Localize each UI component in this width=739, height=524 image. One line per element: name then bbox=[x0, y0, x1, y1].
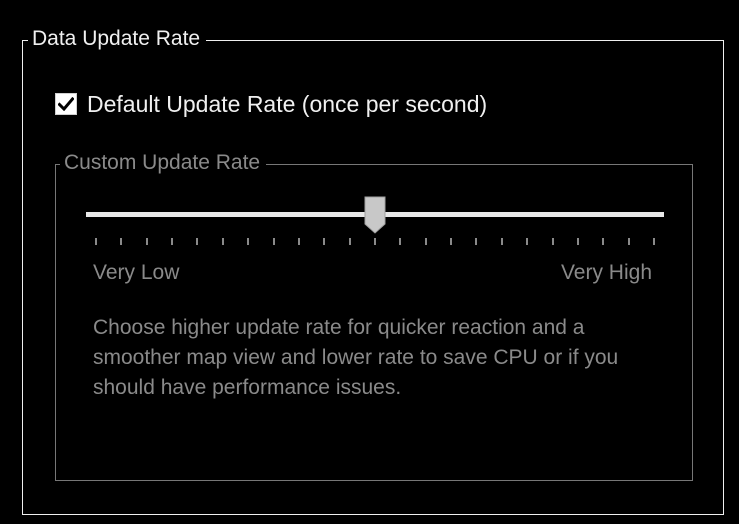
custom-update-rate-group-title: Custom Update Rate bbox=[60, 148, 267, 178]
slider-ticks bbox=[95, 238, 655, 246]
slider-min-label: Very Low bbox=[93, 261, 180, 284]
slider-tick bbox=[273, 238, 275, 245]
custom-update-rate-description: Choose higher update rate for quicker re… bbox=[93, 316, 619, 399]
slider-tick bbox=[475, 238, 477, 245]
slider-tick bbox=[120, 238, 122, 245]
settings-panel: Data Update Rate Default Update Rate (on… bbox=[0, 0, 739, 524]
slider-tick bbox=[526, 238, 528, 245]
default-update-rate-label[interactable]: Default Update Rate (once per second) bbox=[87, 89, 487, 119]
slider-tick bbox=[577, 238, 579, 245]
slider-tick bbox=[450, 238, 452, 245]
slider-tick bbox=[247, 238, 249, 245]
slider-tick bbox=[171, 238, 173, 245]
slider-tick bbox=[374, 238, 376, 245]
slider-tick bbox=[425, 238, 427, 245]
custom-update-rate-slider[interactable] bbox=[86, 196, 664, 236]
slider-tick bbox=[146, 238, 148, 245]
default-update-rate-checkbox[interactable]: Default Update Rate (once per second) bbox=[55, 88, 487, 120]
slider-tick bbox=[298, 238, 300, 245]
slider-tick bbox=[552, 238, 554, 245]
slider-tick bbox=[602, 238, 604, 245]
slider-tick bbox=[222, 238, 224, 245]
slider-tick bbox=[349, 238, 351, 245]
slider-max-label: Very High bbox=[560, 261, 652, 284]
slider-tick bbox=[196, 238, 198, 245]
data-update-rate-group-title: Data Update Rate bbox=[28, 24, 207, 54]
slider-tick bbox=[628, 238, 630, 245]
checkmark-icon bbox=[58, 97, 74, 111]
slider-thumb-icon bbox=[364, 196, 386, 234]
slider-tick bbox=[323, 238, 325, 245]
checkbox-box[interactable] bbox=[55, 93, 77, 115]
slider-tick bbox=[95, 238, 97, 245]
slider-thumb[interactable] bbox=[364, 196, 386, 234]
slider-tick bbox=[399, 238, 401, 245]
slider-tick bbox=[653, 238, 655, 245]
slider-tick bbox=[501, 238, 503, 245]
